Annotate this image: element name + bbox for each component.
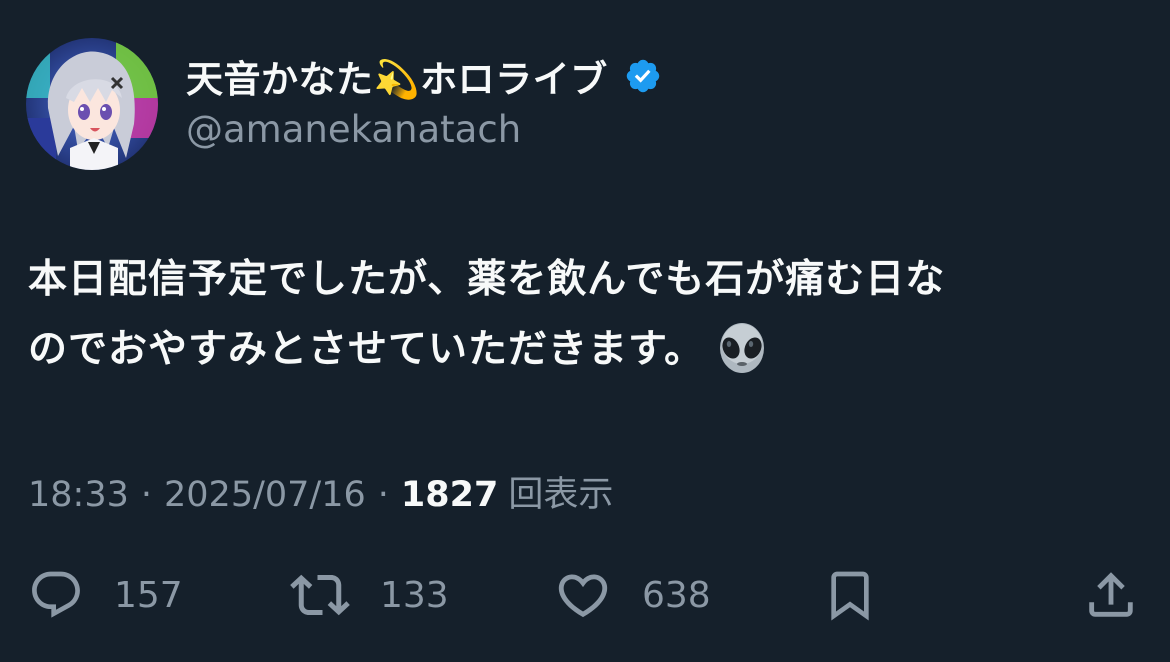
views-count: 1827 <box>400 475 499 515</box>
meta-separator-2: · <box>377 475 389 515</box>
meta-separator: · <box>140 475 153 515</box>
display-name-text: 天音かなた <box>186 58 374 101</box>
alien-icon <box>714 320 770 376</box>
display-name-suffix: ホロライブ <box>420 58 608 101</box>
action-bar: 157 133 638 <box>0 560 1170 630</box>
tweet-time[interactable]: 18:33 <box>28 475 129 515</box>
reply-count: 157 <box>114 574 183 616</box>
tweet-text-line: 本日配信予定でしたが、薬を飲んでも石が痛む日な <box>28 257 946 302</box>
tweet-card: 天音かなた💫ホロライブ @amanekanatach 本日配信予定でしたが、薬を… <box>0 0 1170 662</box>
display-name[interactable]: 天音かなた💫ホロライブ <box>186 49 608 103</box>
tweet-text-line-2: のでおやすみとさせていただきます。 <box>28 315 1148 385</box>
reply-button[interactable]: 157 <box>28 560 183 630</box>
like-count: 638 <box>642 574 711 616</box>
retweet-button[interactable]: 133 <box>290 560 449 630</box>
tweet-text: 本日配信予定でしたが、薬を飲んでも石が痛む日な のでおやすみとさせていただきます… <box>28 245 1148 385</box>
share-button[interactable] <box>1082 560 1140 630</box>
share-icon <box>1089 572 1133 617</box>
bookmark-icon <box>831 571 869 621</box>
tweet-meta: 18:33 · 2025/07/16 · 1827 回表示 <box>28 466 613 517</box>
verified-badge-icon <box>624 57 662 95</box>
tweet-text-line-content: のでおやすみとさせていただきます。 <box>28 327 705 372</box>
shooting-star-emoji: 💫 <box>373 58 421 101</box>
author-name-row[interactable]: 天音かなた💫ホロライブ <box>186 50 662 102</box>
retweet-count: 133 <box>380 574 449 616</box>
avatar-image <box>26 38 158 170</box>
author-handle[interactable]: @amanekanatach <box>186 108 521 151</box>
avatar[interactable] <box>26 38 158 170</box>
tweet-date[interactable]: 2025/07/16 <box>164 475 366 515</box>
bookmark-button[interactable] <box>822 560 878 630</box>
like-button[interactable]: 638 <box>554 560 711 630</box>
reply-icon <box>32 571 80 618</box>
retweet-icon <box>290 574 350 616</box>
heart-icon <box>558 574 608 618</box>
views-label: 回表示 <box>508 475 614 515</box>
